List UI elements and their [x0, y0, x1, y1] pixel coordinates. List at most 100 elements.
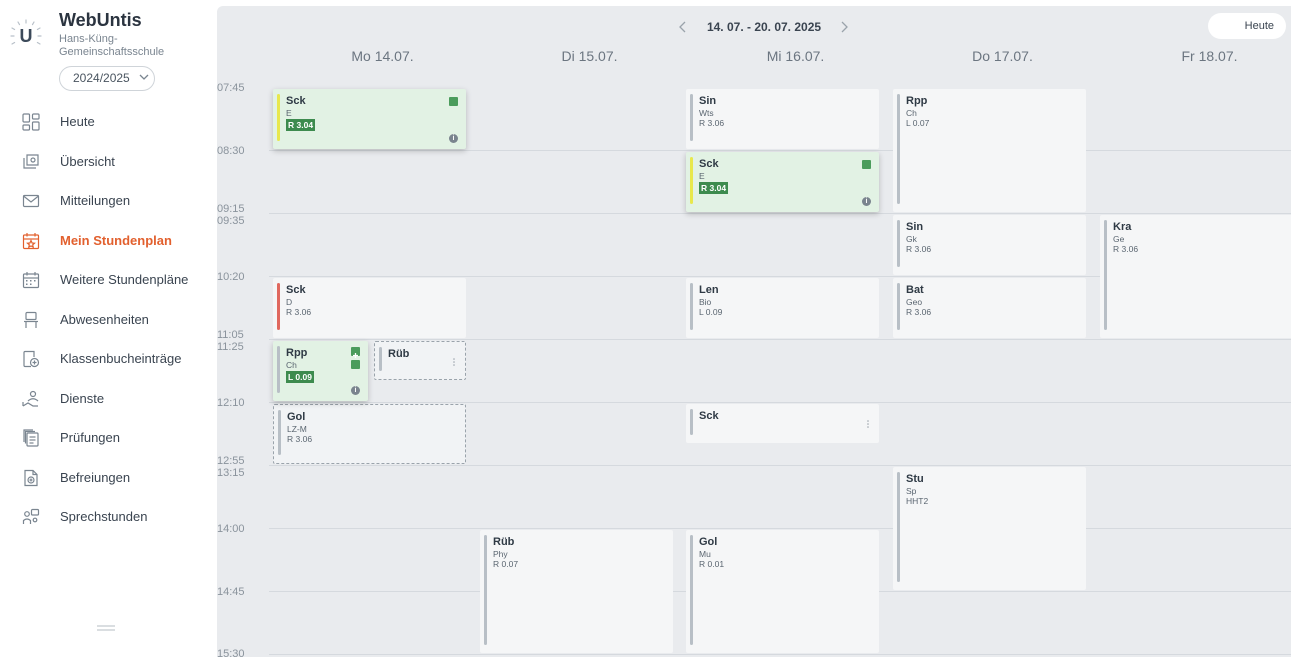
lesson-card[interactable]: Sin Wts R 3.06: [686, 89, 879, 149]
lesson-card[interactable]: Kra Ge R 3.06: [1100, 215, 1291, 338]
day-header: Di 15.07.: [561, 48, 618, 64]
lesson-status-bar: [690, 409, 693, 435]
sidebar-collapse-handle-icon[interactable]: [96, 624, 116, 632]
time-label: 10:20: [217, 271, 245, 283]
grid-line: [269, 402, 1291, 403]
sidebar-item-mein-stundenplan[interactable]: Mein Stundenplan: [0, 221, 207, 261]
time-label: 07:45: [217, 82, 245, 94]
lesson-teacher: Gol: [699, 536, 718, 548]
lesson-card[interactable]: Gol Mu R 0.01: [686, 530, 879, 653]
lesson-teacher: Kra: [1113, 221, 1132, 233]
time-label: 12:10: [217, 397, 245, 409]
lesson-status-bar: [897, 94, 900, 204]
time-label: 15:30: [217, 648, 245, 657]
sidebar-item-uebersicht[interactable]: Übersicht: [0, 142, 207, 182]
lesson-subject: Mu: [699, 549, 711, 559]
time-label: 09:35: [217, 215, 245, 227]
info-icon[interactable]: i: [862, 197, 871, 206]
more-options-icon[interactable]: [452, 354, 456, 366]
today-button[interactable]: Heute: [1208, 13, 1286, 39]
time-label: 11:25: [217, 341, 244, 353]
chevron-left-icon[interactable]: [676, 17, 690, 37]
lesson-card[interactable]: Sin Gk R 3.06: [893, 215, 1086, 275]
sidebar-item-label: Heute: [60, 114, 95, 129]
lesson-subject: Geo: [906, 297, 923, 307]
lesson-room: R 3.04: [286, 119, 316, 131]
lesson-card[interactable]: Rüb Phy R 0.07: [480, 530, 673, 653]
sidebar-item-pruefungen[interactable]: Prüfungen: [0, 418, 207, 458]
lesson-card[interactable]: Sck D R 3.06: [273, 278, 466, 338]
lesson-teacher: Rüb: [493, 536, 515, 548]
grid-line: [269, 150, 1291, 151]
lesson-card[interactable]: Len Bio L 0.09: [686, 278, 879, 338]
timetable-panel: 14. 07. - 20. 07. 2025 Heute Mo 14.07. D…: [217, 6, 1291, 657]
lesson-status-bar: [277, 346, 280, 393]
sidebar-item-label: Mein Stundenplan: [60, 232, 172, 248]
webuntis-logo[interactable]: U: [8, 18, 44, 54]
lesson-card[interactable]: Rüb: [374, 341, 466, 380]
sidebar-item-befreiungen[interactable]: Befreiungen: [0, 458, 207, 498]
lesson-room: R 3.06: [906, 244, 932, 254]
lesson-change-marker-icon: [862, 160, 871, 169]
info-icon[interactable]: i: [449, 134, 458, 143]
sidebar-nav: Heute Übersicht Mitteilungen Mein Stunde…: [0, 102, 207, 537]
lesson-card[interactable]: Rpp Ch L 0.07: [893, 89, 1086, 212]
exams-icon: [23, 429, 39, 447]
lesson-subject: Wts: [699, 108, 714, 118]
lesson-card[interactable]: Gol LZ-M R 3.06: [273, 404, 466, 464]
lesson-room: L 0.09: [699, 307, 723, 317]
day-header: Mo 14.07.: [351, 48, 414, 64]
absence-icon: [24, 311, 38, 328]
brand-name: WebUntis: [59, 10, 142, 30]
sidebar-item-abwesenheiten[interactable]: Abwesenheiten: [0, 300, 207, 340]
lesson-subject: LZ-M: [287, 424, 307, 434]
lesson-card[interactable]: Rpp Ch L 0.09 i: [273, 341, 368, 401]
week-range-label[interactable]: 14. 07. - 20. 07. 2025: [699, 20, 829, 34]
dashboard-icon: [22, 113, 40, 131]
info-icon[interactable]: i: [351, 386, 360, 395]
sidebar-item-label: Befreiungen: [60, 469, 131, 485]
lesson-add-marker-icon[interactable]: [351, 347, 360, 358]
lesson-subject: Phy: [493, 549, 508, 559]
duty-icon: [22, 390, 39, 407]
day-header: Fr 18.07.: [1181, 48, 1238, 64]
lesson-teacher: Sck: [286, 95, 306, 107]
sidebar-item-dienste[interactable]: Dienste: [0, 379, 207, 419]
sidebar-item-weitere-stundenplaene[interactable]: Weitere Stundenpläne: [0, 260, 207, 300]
classbook-add-icon: [23, 350, 40, 368]
lesson-subject: Gk: [906, 234, 917, 244]
school-year-select[interactable]: 2024/2025: [59, 66, 155, 91]
time-label: 08:30: [217, 145, 245, 157]
lesson-room: R 3.06: [286, 307, 312, 317]
lesson-card[interactable]: Sck E R 3.04 i: [686, 152, 879, 212]
lesson-status-bar: [690, 157, 693, 204]
sidebar-item-sprechstunden[interactable]: Sprechstunden: [0, 497, 207, 537]
day-header: Do 17.07.: [972, 48, 1033, 64]
lesson-teacher: Sin: [699, 95, 717, 107]
sidebar-item-label: Sprechstunden: [60, 509, 148, 524]
lesson-subject: Sp: [906, 486, 917, 496]
sidebar-item-heute[interactable]: Heute: [0, 102, 207, 142]
lesson-subject: Ge: [1113, 234, 1125, 244]
lesson-card[interactable]: Sck: [686, 404, 879, 443]
lesson-teacher: Rpp: [906, 95, 928, 107]
school-year-value: 2024/2025: [73, 71, 130, 85]
lesson-status-bar: [897, 220, 900, 267]
chevron-down-icon: [139, 74, 149, 80]
week-navigation: 14. 07. - 20. 07. 2025: [217, 17, 1291, 37]
sidebar-item-klassenbucheintraege[interactable]: Klassenbucheinträge: [0, 339, 207, 379]
more-options-icon[interactable]: [866, 416, 870, 428]
calendar-grid-icon: [22, 272, 40, 289]
lesson-card[interactable]: Bat Geo R 3.06: [893, 278, 1086, 338]
lesson-card[interactable]: Stu Sp HHT2: [893, 467, 1086, 590]
sidebar-item-label: Dienste: [60, 390, 105, 406]
calendar-star-icon: [22, 232, 40, 249]
lesson-subject: E: [286, 108, 292, 118]
sidebar-item-mitteilungen[interactable]: Mitteilungen: [0, 181, 207, 221]
lesson-teacher: Sck: [699, 410, 719, 422]
lesson-teacher: Bat: [906, 284, 924, 296]
lesson-status-bar: [690, 535, 693, 645]
chevron-right-icon[interactable]: [837, 17, 851, 37]
lesson-card[interactable]: Sck E R 3.04 i: [273, 89, 466, 149]
lesson-subject: E: [699, 171, 705, 181]
